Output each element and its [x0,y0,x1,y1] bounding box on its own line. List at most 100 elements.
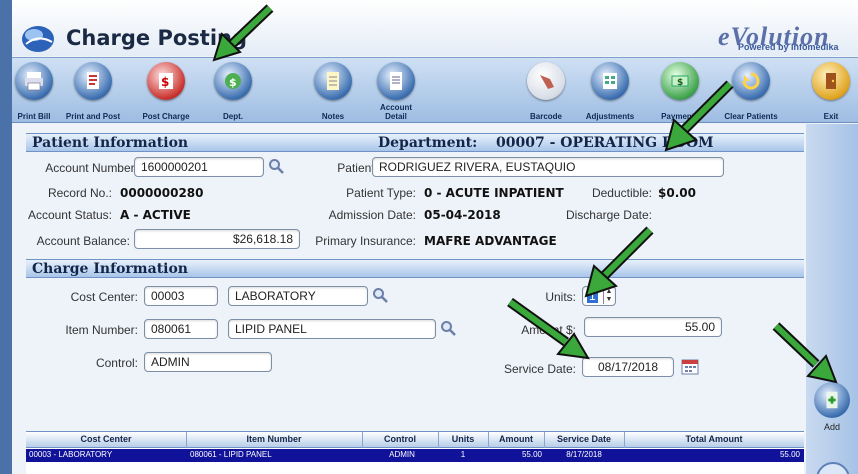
dept-label: Dept. [223,112,243,121]
print-bill-label: Print Bill [17,112,51,121]
action-sidebar: Add [806,124,858,474]
notes-label: Notes [321,112,345,121]
table-row[interactable]: 00003 - LABORATORY 080061 - LIPID PANEL … [26,449,804,462]
cell-service-date: 8/17/2018 [566,450,602,459]
units-value: 1 [587,289,598,303]
record-no-value: 0000000280 [120,186,204,200]
dept-button[interactable]: $ Dept. [208,58,258,124]
post-charge-button[interactable]: $ Post Charge [132,58,200,124]
print-document-icon [74,62,112,100]
col-total-amount[interactable]: Total Amount [624,434,804,444]
units-stepper[interactable]: 1 ▲ ▼ [582,286,616,306]
control-field[interactable]: ADMIN [144,352,272,372]
col-service-date[interactable]: Service Date [544,434,624,444]
patient-info-title: Patient Information [32,135,189,151]
window-title: Charge Posting [66,26,248,50]
post-charge-label: Post Charge [142,112,190,121]
barcode-button[interactable]: Barcode [520,58,572,124]
item-number-label: Item Number: [65,323,138,337]
exit-button[interactable]: Exit [806,58,856,124]
department-value: 00007 - OPERATING ROOM [496,135,714,151]
adjustments-label: Adjustments [585,112,635,121]
units-label: Units: [545,290,576,304]
add-label: Add [823,422,840,432]
deductible-value: $0.00 [658,186,696,200]
charge-posting-window: Charge Posting eVolution Powered by Info… [0,0,858,474]
barcode-scanner-icon [527,62,565,100]
svg-text:$: $ [677,78,683,88]
cost-center-search-icon[interactable] [372,287,388,303]
title-bar: Charge Posting eVolution Powered by Info… [12,0,858,56]
account-status-value: A - ACTIVE [120,208,191,222]
item-name-field[interactable]: LIPID PANEL [228,319,436,339]
account-number-label: Account Number: [45,161,138,175]
cell-item-number: 080061 - LIPID PANEL [190,450,272,459]
globe-money-icon: $ [214,62,252,100]
brand-logo: eVolution Powered by Infomedika [718,22,858,56]
control-label: Control: [95,356,138,370]
col-units[interactable]: Units [438,434,488,444]
print-and-post-button[interactable]: Print and Post [58,58,128,124]
brand-tagline: Powered by Infomedika [738,42,839,52]
department-label: Department: [378,135,478,151]
record-no-label: Record No.: [47,186,112,200]
item-number-field[interactable]: 080061 [144,319,218,339]
add-document-icon [826,391,838,409]
notes-button[interactable]: Notes [308,58,358,124]
patient-label: Patient: [337,161,378,175]
print-bill-button[interactable]: Print Bill [14,58,54,124]
account-detail-label: Account Detail [380,103,412,121]
print-and-post-label: Print and Post [65,112,121,121]
cell-control: ADMIN [389,450,415,459]
patient-type-value: 0 - ACUTE INPATIENT [424,186,564,200]
document-icon [377,62,415,100]
spreadsheet-icon [591,62,629,100]
payments-label: Payments [661,112,699,121]
account-number-field[interactable]: 1600000201 [134,157,264,177]
deductible-label: Deductible: [591,186,652,200]
cell-amount: 55.00 [521,450,542,459]
service-date-field[interactable]: 08/17/2018 [582,357,674,377]
item-search-icon[interactable] [440,320,456,336]
account-detail-button[interactable]: Account Detail [368,58,424,124]
units-spin-icon[interactable]: ▲ ▼ [603,288,614,304]
service-date-label: Service Date: [503,362,576,376]
charges-grid: Cost Center Item Number Control Units Am… [26,431,804,474]
notepad-icon [314,62,352,100]
toolbar: Print Bill Print and Post $ Post Charge … [12,57,858,123]
cost-center-code-field[interactable]: 00003 [144,286,218,306]
cost-center-label: Cost Center: [70,290,138,304]
cost-center-name-field[interactable]: LABORATORY [228,286,368,306]
col-control[interactable]: Control [362,434,438,444]
sidebar-button[interactable] [816,462,850,474]
svg-text:$: $ [229,76,237,89]
col-amount[interactable]: Amount [488,434,544,444]
barcode-label: Barcode [529,112,562,121]
patient-name-field[interactable]: RODRIGUEZ RIVERA, EUSTAQUIO [372,157,724,177]
account-status-label: Account Status: [27,208,112,222]
charge-info-header: Charge Information [26,259,804,278]
calendar-icon[interactable] [680,356,700,376]
clear-patients-button[interactable]: Clear Patients [716,58,786,124]
cell-total-amount: 55.00 [779,450,800,459]
adjustments-button[interactable]: Adjustments [576,58,644,124]
svg-text:$: $ [161,75,169,89]
patient-info-header: Patient Information Department: 00007 - … [26,133,804,152]
col-cost-center[interactable]: Cost Center [26,434,186,444]
patient-type-label: Patient Type: [346,186,416,200]
account-search-icon[interactable] [268,158,284,174]
charge-info-title: Charge Information [32,261,188,277]
grid-header: Cost Center Item Number Control Units Am… [26,432,804,448]
payments-button[interactable]: $ Payments [646,58,714,124]
discharge-date-label: Discharge Date: [565,208,652,222]
add-button[interactable] [814,382,850,418]
account-balance-label: Account Balance: [36,234,130,248]
printer-icon [15,62,53,100]
primary-insurance-label: Primary Insurance: [315,234,416,248]
exit-label: Exit [823,112,839,121]
col-item-number[interactable]: Item Number [186,434,362,444]
admission-date-value: 05-04-2018 [424,208,501,222]
cell-units: 1 [460,450,466,459]
amount-field[interactable]: 55.00 [584,317,722,337]
amount-label: Amount $: [521,323,576,337]
